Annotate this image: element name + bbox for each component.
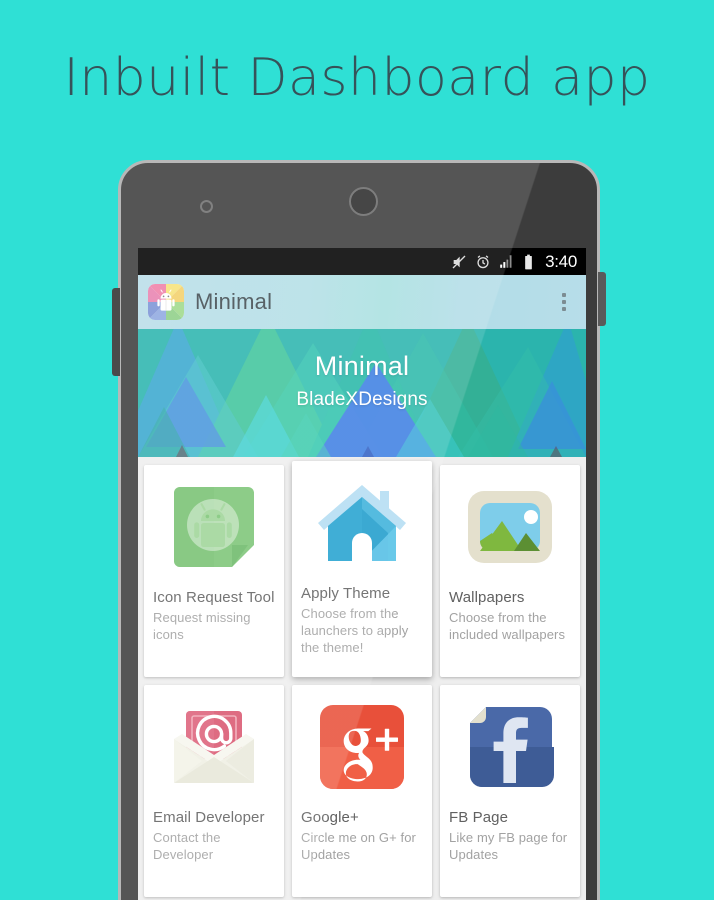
card-title: FB Page [449,809,509,826]
header-app-author: BladeXDesigns [296,389,428,410]
dashboard-card-google-plus[interactable]: Google+ Circle me on G+ for Updates [292,685,432,897]
card-title: Email Developer [153,809,265,826]
header-app-name: Minimal [314,351,410,381]
card-title: Wallpapers [449,589,525,606]
dashboard-card-icon-request[interactable]: Icon Request Tool Request missing icons [144,465,284,677]
card-description: Like my FB page for Updates [449,830,568,862]
dashboard-card-fb-page[interactable]: FB Page Like my FB page for Updates [440,685,580,897]
card-description: Contact the Developer [153,830,221,862]
battery-icon [525,254,532,269]
volume-button[interactable] [112,288,120,376]
app-toolbar-title: Minimal [195,289,273,314]
minimal-app-icon[interactable] [148,284,184,320]
mute-icon [452,255,466,268]
power-button[interactable] [598,272,606,326]
dashboard-card-wallpapers[interactable]: Wallpapers Choose from the included wall… [440,465,580,677]
dashboard-card-grid: Icon Request Tool Request missing icons [138,457,586,897]
page-title: Inbuilt Dashboard app [63,48,651,108]
envelope-at-icon [153,695,275,799]
card-description: Request missing icons [153,610,251,642]
dashboard-card-email-developer[interactable]: Email Developer Contact the Developer [144,685,284,897]
status-bar: 3:40 [138,248,586,275]
status-bar-clock: 3:40 [545,251,577,271]
card-title: Apply Theme [301,585,391,602]
google-plus-icon [301,695,423,799]
front-camera-icon [349,187,378,216]
house-icon [301,471,423,575]
card-title: Google+ [301,809,359,826]
dashboard-card-apply-theme[interactable]: Apply Theme Choose from the launchers to… [292,461,432,677]
photo-landscape-icon [449,475,571,579]
phone-mockup: 3:40 Minimal Minimal BladeXDesigns Icon … [112,160,606,900]
facebook-icon [449,695,571,799]
overflow-menu-icon[interactable] [554,289,574,315]
phone-screen: 3:40 Minimal Minimal BladeXDesigns Icon … [138,248,586,900]
app-header-banner: Minimal BladeXDesigns [138,329,586,457]
proximity-sensor-icon [200,200,213,213]
android-request-icon [153,475,275,579]
signal-icon [500,255,512,268]
card-description: Choose from the included wallpapers [449,610,566,642]
card-description: Choose from the launchers to apply the t… [301,606,409,655]
card-description: Circle me on G+ for Updates [301,830,416,862]
alarm-icon [477,254,489,268]
card-title: Icon Request Tool [153,589,275,606]
app-toolbar: Minimal [138,275,586,329]
phone-body: 3:40 Minimal Minimal BladeXDesigns Icon … [118,160,600,900]
